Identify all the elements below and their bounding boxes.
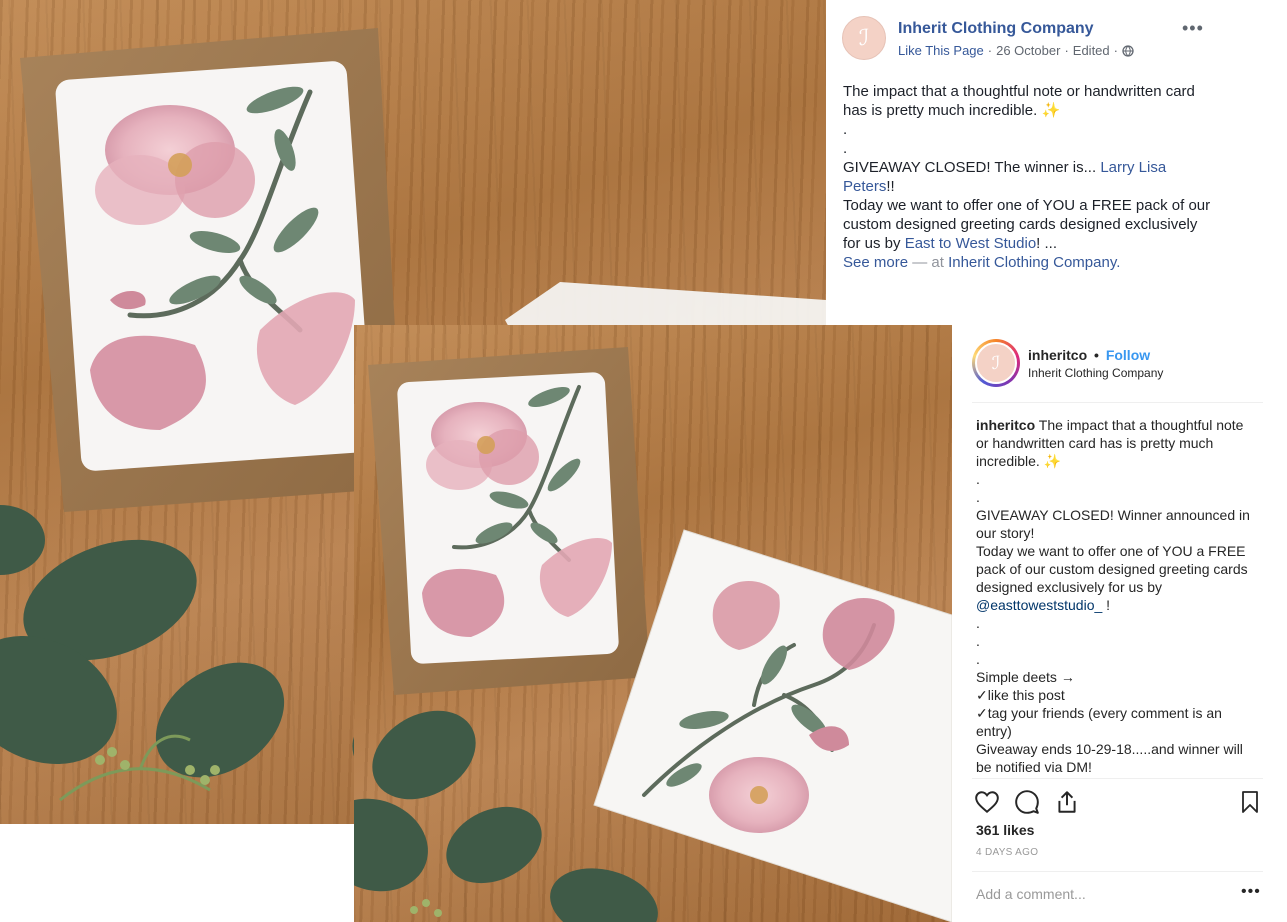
offer-suffix: ! ... — [1036, 235, 1058, 252]
comment-icon[interactable] — [1014, 789, 1040, 815]
giveaway-line: GIVEAWAY CLOSED! Winner announced in our… — [976, 507, 1250, 541]
profile-avatar[interactable]: ℐ — [972, 339, 1020, 387]
caption-username-link[interactable]: inheritco — [976, 417, 1035, 433]
header-divider — [972, 402, 1263, 403]
studio-link[interactable]: East to West Studio — [905, 235, 1036, 252]
instagram-photo-illustration — [354, 347, 952, 922]
dot-line: . — [976, 651, 980, 667]
page-name-link[interactable]: Inherit Clothing Company — [898, 20, 1094, 38]
at-text: — at — [908, 254, 949, 271]
edited-label[interactable]: Edited — [1073, 43, 1110, 58]
sparkle-icon: ✨ — [1041, 102, 1061, 119]
mention-line: @easttoweststudio_ ! — [976, 596, 1258, 614]
page-avatar[interactable]: ℐ — [842, 16, 886, 60]
sparkle-icon: ✨ — [1043, 453, 1062, 469]
deets-line: Simple deets → — [976, 669, 1075, 685]
dot-line: . — [976, 615, 980, 631]
mention-suffix: ! — [1102, 597, 1111, 613]
comment-divider — [972, 871, 1263, 872]
avatar-logo-glyph: ℐ — [858, 25, 870, 50]
dot-line: . — [976, 489, 980, 505]
caption-divider — [972, 778, 1263, 779]
action-bar — [974, 789, 1264, 817]
rule-line: ✓like this post — [976, 687, 1065, 703]
globe-icon[interactable] — [1122, 44, 1134, 57]
caption-intro: inheritco The impact that a thoughtful n… — [976, 416, 1258, 470]
post-text: The impact that a thoughtful note or han… — [843, 82, 1213, 272]
rule-line: ✓tag your friends (every comment is an e… — [976, 705, 1222, 739]
more-options-icon[interactable]: ••• — [1241, 883, 1261, 901]
avatar-image: ℐ — [975, 342, 1017, 384]
intro-text: The impact that a thoughtful note or han… — [843, 83, 1195, 119]
post-caption: inheritco The impact that a thoughtful n… — [976, 416, 1258, 776]
more-options-icon[interactable]: ••• — [1182, 18, 1204, 39]
meta-separator: · — [1113, 43, 1118, 58]
post-time[interactable]: 4 DAYS AGO — [976, 847, 1038, 858]
likes-count[interactable]: 361 likes — [976, 822, 1034, 838]
follow-button[interactable]: Follow — [1106, 347, 1150, 363]
studio-mention-link[interactable]: @easttoweststudio_ — [976, 597, 1102, 613]
post-meta: Like This Page · 26 October · Edited · — [898, 43, 1134, 58]
bookmark-icon[interactable] — [1238, 789, 1262, 815]
heart-icon[interactable] — [974, 789, 1000, 815]
like-page-link[interactable]: Like This Page — [898, 43, 984, 58]
dot-line: . — [976, 471, 980, 487]
offer-line: Today we want to offer one of YOU a FREE… — [976, 543, 1248, 595]
profile-header: inheritco • Follow — [1028, 347, 1150, 363]
see-more-line: See more — at Inherit Clothing Company. — [843, 253, 1213, 272]
instagram-post-photo[interactable] — [354, 325, 952, 922]
giveaway-line: GIVEAWAY CLOSED! The winner is... Larry … — [843, 158, 1213, 196]
location-link[interactable]: Inherit Clothing Company. — [948, 254, 1120, 271]
dot-line: . — [843, 140, 848, 157]
avatar-logo-glyph: ℐ — [991, 352, 1001, 373]
meta-separator: · — [987, 43, 993, 58]
username-link[interactable]: inheritco — [1028, 347, 1087, 363]
header-dot: • — [1094, 347, 1099, 363]
dot-line: . — [976, 633, 980, 649]
instagram-post-panel: ℐ inheritco • Follow Inherit Clothing Co… — [952, 325, 1287, 922]
winner-suffix: !! — [886, 178, 895, 195]
meta-separator: · — [1064, 43, 1069, 58]
see-more-link[interactable]: See more — [843, 254, 908, 271]
ends-line: Giveaway ends 10-29-18.....and winner wi… — [976, 741, 1243, 775]
giveaway-text: GIVEAWAY CLOSED! The winner is... — [843, 159, 1101, 176]
dot-line: . — [843, 121, 848, 138]
facebook-post-panel: ℐ Inherit Clothing Company Like This Pag… — [826, 0, 1287, 325]
comment-input[interactable]: Add a comment... — [976, 886, 1086, 902]
share-icon[interactable] — [1054, 789, 1080, 815]
post-date-link[interactable]: 26 October — [996, 43, 1060, 58]
post-line-intro: The impact that a thoughtful note or han… — [843, 82, 1213, 120]
offer-line: Today we want to offer one of YOU a FREE… — [843, 196, 1213, 253]
profile-subtitle[interactable]: Inherit Clothing Company — [1028, 366, 1163, 380]
